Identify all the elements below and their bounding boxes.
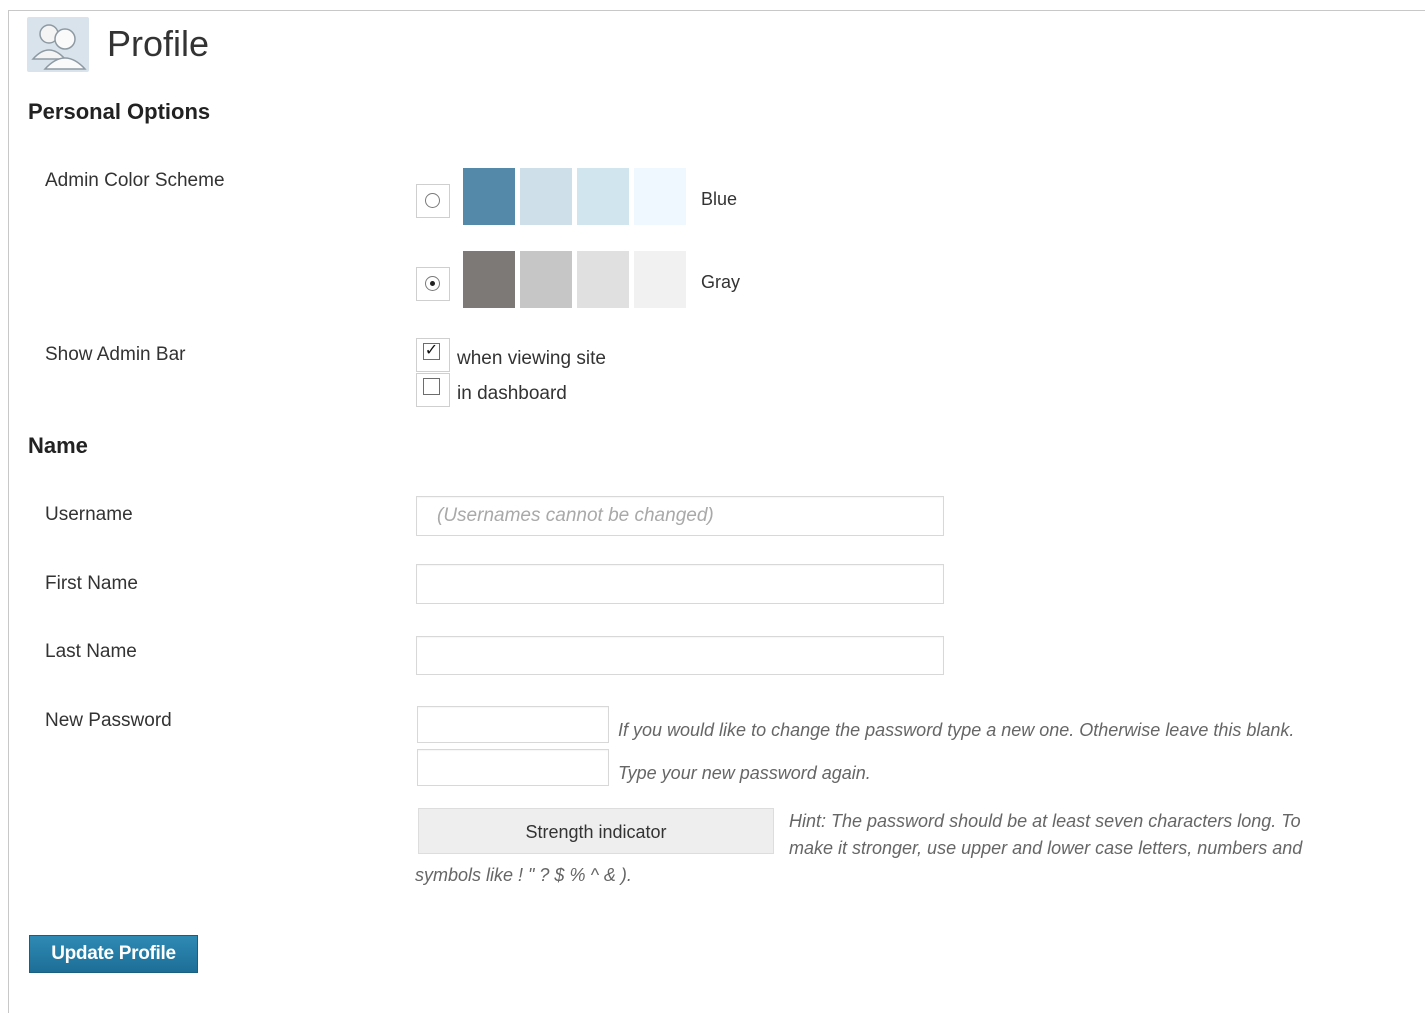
page-title: Profile (107, 23, 210, 64)
last-name-label: Last Name (45, 641, 137, 662)
admin-bar-front-checkbox[interactable]: ✓ (416, 338, 450, 372)
username-input[interactable] (416, 496, 944, 536)
admin-bar-front-label[interactable]: when viewing site (457, 348, 606, 370)
name-heading: Name (28, 433, 88, 458)
gray-swatch-4 (634, 251, 686, 308)
admin-bar-dashboard-label[interactable]: in dashboard (457, 383, 567, 405)
first-name-input[interactable] (416, 564, 944, 604)
color-scheme-gray-radio[interactable] (416, 267, 450, 301)
color-scheme-blue-label[interactable]: Blue (701, 189, 737, 209)
last-name-input[interactable] (416, 636, 944, 675)
password-hint-1: If you would like to change the password… (618, 720, 1295, 740)
gray-swatch-1 (463, 251, 515, 308)
gray-swatch-3 (577, 251, 629, 308)
show-admin-bar-label: Show Admin Bar (45, 344, 186, 365)
personal-options-heading: Personal Options (28, 99, 211, 124)
password-hint-3-line-1: Hint: The password should be at least se… (789, 811, 1301, 831)
users-icon (27, 17, 89, 72)
update-profile-button[interactable]: Update Profile (29, 935, 198, 973)
new-password-input[interactable] (417, 706, 609, 743)
check-mark-icon: ✓ (423, 342, 440, 360)
admin-bar-dashboard-checkbox[interactable] (416, 373, 450, 407)
password-hint-3-line-3: symbols like ! " ? $ % ^ & ). (415, 865, 632, 885)
username-label: Username (45, 504, 133, 525)
checkbox-empty (423, 378, 440, 395)
password-hint-3-line-2: make it stronger, use upper and lower ca… (789, 838, 1303, 858)
blue-swatch-3 (577, 168, 629, 225)
admin-color-scheme-label: Admin Color Scheme (45, 170, 225, 191)
radio-dot (425, 193, 440, 208)
blue-swatch-2 (520, 168, 572, 225)
confirm-password-input[interactable] (417, 749, 609, 786)
gray-swatch-2 (520, 251, 572, 308)
new-password-label: New Password (45, 710, 172, 731)
radio-dot-checked (425, 276, 440, 291)
blue-swatch-1 (463, 168, 515, 225)
first-name-label: First Name (45, 573, 138, 594)
blue-swatch-4 (634, 168, 686, 225)
color-scheme-blue-radio[interactable] (416, 184, 450, 218)
strength-indicator: Strength indicator (418, 808, 774, 854)
color-scheme-gray-label[interactable]: Gray (701, 272, 740, 292)
password-hint-2: Type your new password again. (618, 763, 871, 783)
